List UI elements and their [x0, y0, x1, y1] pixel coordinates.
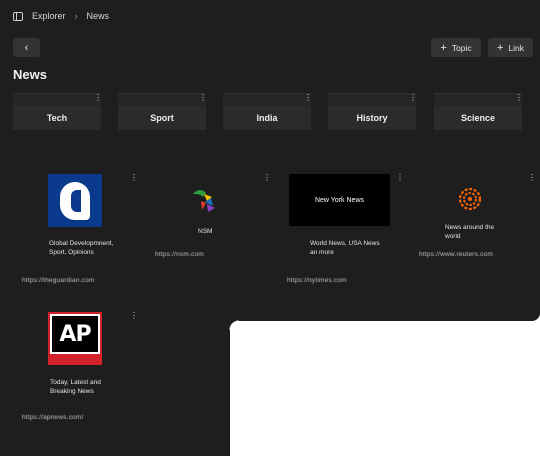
topic-card-tech[interactable]: ⋮ Tech: [13, 93, 102, 130]
back-button[interactable]: ‹: [13, 38, 40, 57]
sidebar-toggle-icon[interactable]: [13, 11, 23, 21]
link-description: News around the world: [445, 224, 495, 240]
ap-logo-text: AP: [59, 321, 91, 347]
plus-icon: +: [496, 41, 504, 54]
topic-label: History: [328, 106, 416, 130]
kebab-menu-icon[interactable]: ⋮: [130, 312, 138, 320]
reuters-logo-icon: [459, 188, 481, 210]
kebab-menu-icon[interactable]: ⋮: [199, 94, 207, 102]
breadcrumb-root[interactable]: Explorer: [32, 11, 66, 21]
add-link-label: Link: [508, 42, 525, 53]
breadcrumb-current: News: [86, 11, 110, 21]
nytimes-logo-icon: New York News: [289, 174, 390, 226]
kebab-menu-icon[interactable]: ⋮: [94, 94, 102, 102]
topic-card-india[interactable]: ⋮ India: [223, 93, 312, 130]
link-url[interactable]: https://www.reuters.com: [419, 251, 493, 258]
chevron-left-icon: ‹: [24, 41, 29, 54]
link-logo-text: NSM: [198, 228, 213, 235]
kebab-menu-icon[interactable]: ⋮: [304, 94, 312, 102]
link-url[interactable]: https://apnews.com/: [22, 414, 84, 421]
topic-label: Sport: [118, 106, 206, 130]
link-description: Global Developmnent, Sport, Opinions: [49, 240, 114, 256]
topic-label: Science: [434, 106, 522, 130]
page-title: News: [13, 67, 47, 82]
topic-card-history[interactable]: ⋮ History: [328, 93, 417, 130]
kebab-menu-icon[interactable]: ⋮: [515, 94, 523, 102]
kebab-menu-icon[interactable]: ⋮: [528, 174, 536, 182]
link-description: World News, USA News an more: [310, 240, 380, 256]
link-description: Today, Latest and Breaking News: [50, 379, 101, 395]
topic-label: India: [223, 106, 311, 130]
link-url[interactable]: https://nsm.com: [155, 251, 204, 258]
ap-logo-icon: AP: [48, 312, 102, 365]
guardian-logo-icon: [48, 174, 102, 227]
breadcrumb-separator: ›: [74, 11, 78, 21]
topic-label: Tech: [13, 106, 101, 130]
plus-icon: +: [440, 41, 447, 54]
add-link-button[interactable]: + Link: [488, 38, 533, 57]
kebab-menu-icon[interactable]: ⋮: [409, 94, 417, 102]
kebab-menu-icon[interactable]: ⋮: [130, 174, 138, 182]
nytimes-logo-text: New York News: [314, 196, 365, 204]
add-topic-label: Topic: [451, 42, 472, 53]
link-url[interactable]: https://theguardian.com: [22, 277, 95, 284]
top-bar: Explorer › News: [0, 0, 540, 32]
topic-card-sport[interactable]: ⋮ Sport: [118, 93, 207, 130]
nsm-logo-icon: [193, 190, 215, 212]
kebab-menu-icon[interactable]: ⋮: [396, 174, 404, 182]
link-url[interactable]: https://nytimes.com: [287, 277, 347, 284]
kebab-menu-icon[interactable]: ⋮: [263, 174, 271, 182]
topic-card-science[interactable]: ⋮ Science: [434, 93, 523, 130]
add-topic-button[interactable]: + Topic: [431, 38, 481, 57]
window-corner: [229, 320, 239, 330]
